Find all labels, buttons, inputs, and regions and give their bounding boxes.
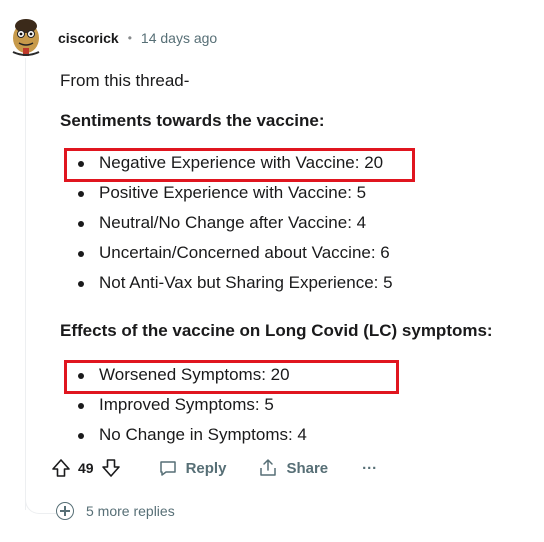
- plus-circle-icon: [56, 502, 74, 520]
- timestamp[interactable]: 14 days ago: [141, 30, 217, 46]
- vote-count: 49: [78, 460, 94, 476]
- list-item: No Change in Symptoms: 4: [75, 420, 307, 450]
- comment-actions: 49 Reply Share ···: [50, 452, 377, 484]
- avatar[interactable]: [8, 14, 44, 58]
- reply-label: Reply: [185, 459, 227, 477]
- list-item: Negative Experience with Vaccine: 20: [75, 148, 393, 178]
- upvote-button[interactable]: [50, 457, 72, 479]
- separator-dot: •: [127, 31, 132, 45]
- reply-button[interactable]: Reply: [158, 458, 227, 478]
- list-item: Not Anti-Vax but Sharing Experience: 5: [75, 268, 393, 298]
- more-replies-label: 5 more replies: [86, 503, 175, 519]
- share-label: Share: [286, 459, 329, 477]
- downvote-icon: [101, 459, 120, 477]
- comment-header: ciscorick • 14 days ago: [58, 30, 217, 46]
- list-item: Improved Symptoms: 5: [75, 390, 307, 420]
- username-link[interactable]: ciscorick: [58, 30, 119, 46]
- list-item: Worsened Symptoms: 20: [75, 360, 307, 390]
- section-heading-sentiments: Sentiments towards the vaccine:: [60, 111, 325, 130]
- more-options-button[interactable]: ···: [362, 460, 377, 477]
- list-item: Uncertain/Concerned about Vaccine: 6: [75, 238, 393, 268]
- intro-text: From this thread-: [60, 71, 190, 90]
- downvote-button[interactable]: [100, 457, 122, 479]
- section-heading-effects: Effects of the vaccine on Long Covid (LC…: [60, 321, 493, 340]
- list-item: Positive Experience with Vaccine: 5: [75, 178, 393, 208]
- effects-list: Worsened Symptoms: 20 Improved Symptoms:…: [75, 360, 307, 450]
- avatar-image: [12, 19, 40, 56]
- share-icon: [260, 459, 277, 476]
- thread-connector: [25, 495, 56, 514]
- sentiments-list: Negative Experience with Vaccine: 20 Pos…: [75, 148, 393, 298]
- list-item: Neutral/No Change after Vaccine: 4: [75, 208, 393, 238]
- more-options-icon: ···: [362, 459, 378, 477]
- share-button[interactable]: Share: [258, 458, 328, 478]
- comment-body: From this thread- Sentiments towards the…: [58, 60, 528, 444]
- upvote-icon: [52, 459, 70, 477]
- more-replies-button[interactable]: 5 more replies: [56, 502, 175, 520]
- thread-line: [25, 58, 26, 510]
- comment-bubble-icon: [159, 461, 176, 476]
